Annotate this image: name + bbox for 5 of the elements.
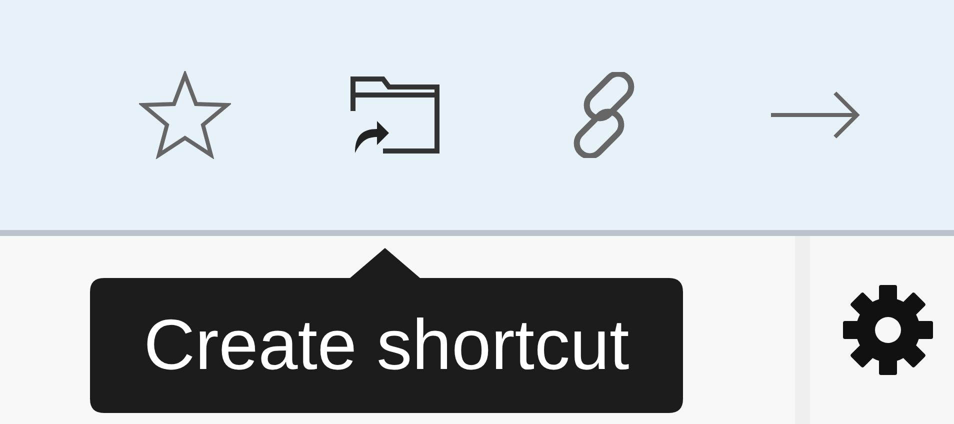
- settings-icon: [842, 284, 934, 376]
- tooltip-text: Create shortcut: [142, 305, 630, 387]
- settings-button[interactable]: [842, 284, 934, 376]
- star-icon: [139, 71, 231, 159]
- folder-shortcut-icon: [349, 75, 441, 155]
